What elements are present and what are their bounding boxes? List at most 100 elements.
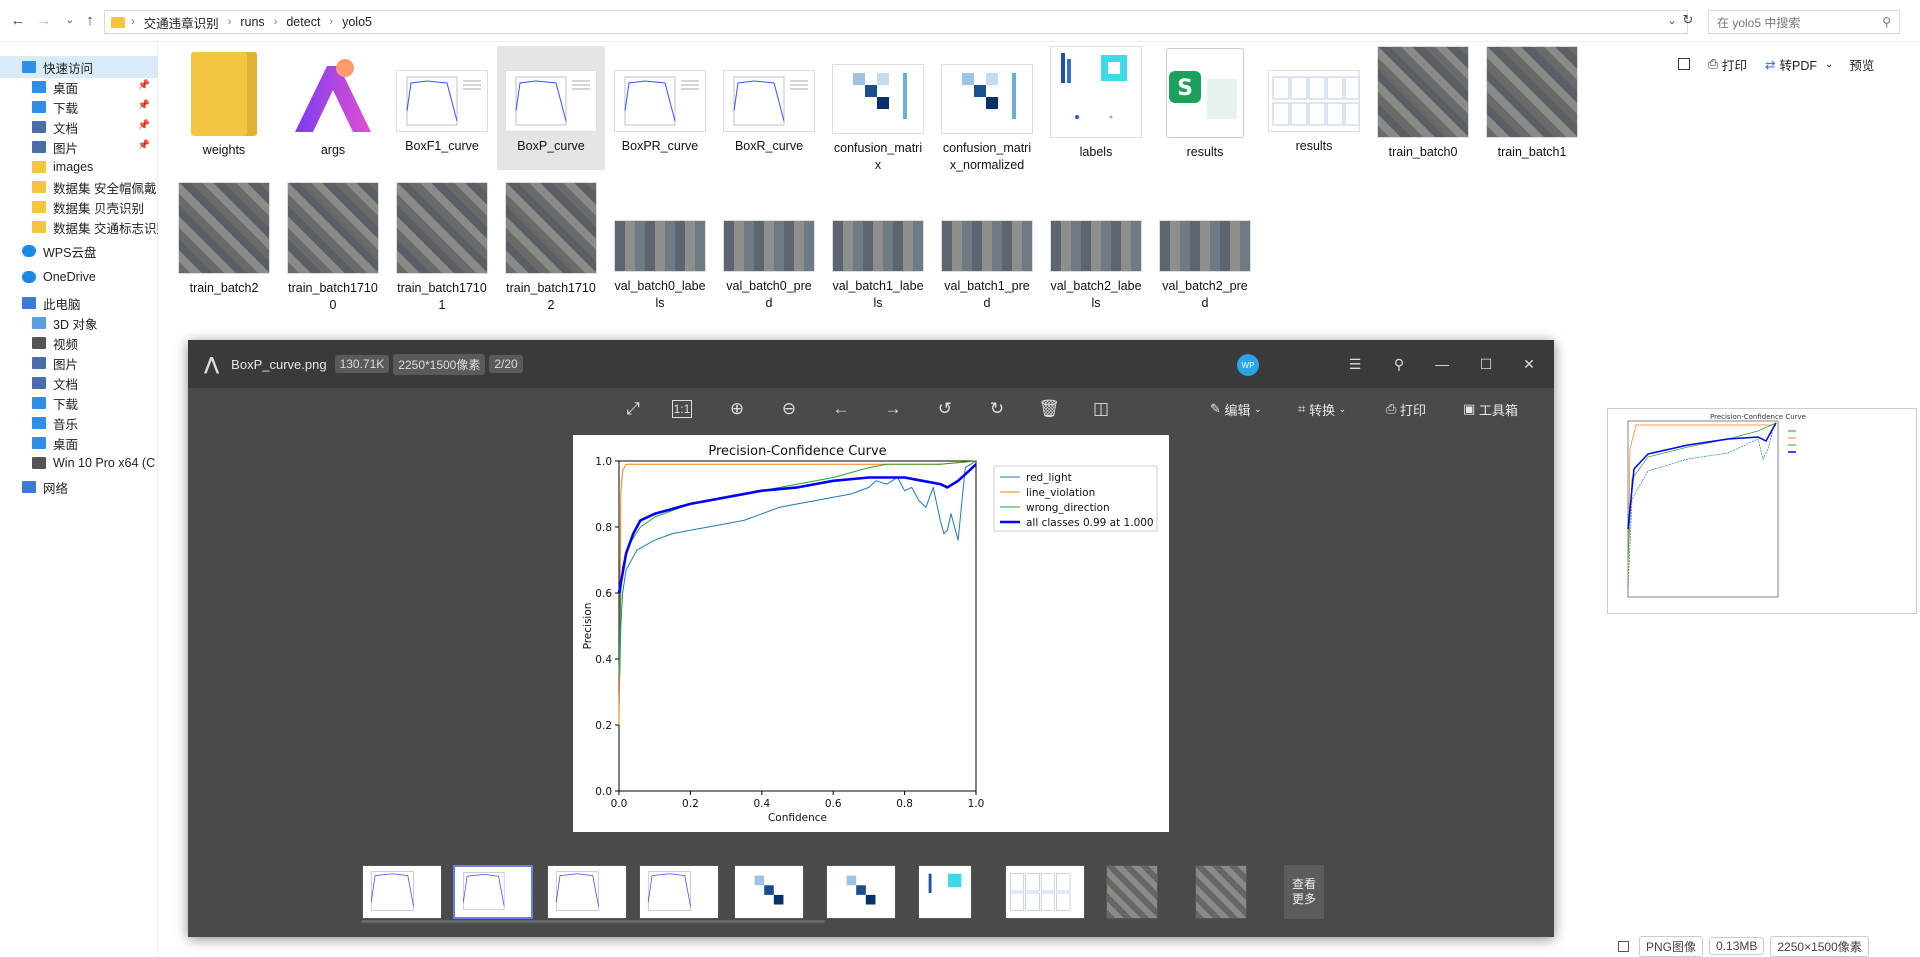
file-item[interactable]: val_batch2_labe ls — [1042, 182, 1150, 312]
actual-size-icon[interactable]: 1:1 — [672, 400, 692, 418]
file-item[interactable]: BoxP_curve — [497, 46, 605, 170]
toolbox-button[interactable]: ▣ 工具箱 — [1463, 398, 1518, 420]
sidebar-item[interactable]: 图片 📌 — [0, 136, 158, 158]
chevron-down-icon[interactable]: ⌄ — [1825, 59, 1833, 70]
print-button[interactable]: 打印 — [1722, 55, 1747, 74]
delete-icon[interactable]: 🗑 — [1036, 396, 1062, 422]
file-name: weights — [202, 143, 246, 157]
sidebar-item[interactable]: 文档 — [0, 372, 158, 394]
file-item[interactable]: BoxR_curve — [715, 46, 823, 170]
sidebar-item[interactable]: 快速访问 — [0, 56, 158, 78]
thumbnail-item[interactable] — [453, 865, 533, 919]
menu-icon[interactable]: ☰ — [1345, 354, 1365, 374]
file-item[interactable]: val_batch1_pre d — [933, 182, 1041, 312]
file-item[interactable]: BoxPR_curve — [606, 46, 714, 170]
sidebar-item[interactable]: 视频 — [0, 332, 158, 354]
file-item[interactable]: labels — [1042, 46, 1150, 170]
maximize-icon[interactable]: ☐ — [1476, 354, 1496, 374]
avatar[interactable]: WP — [1237, 354, 1259, 376]
rotate-left-icon[interactable]: ↺ — [932, 396, 958, 422]
breadcrumb-segment[interactable]: runs — [240, 15, 264, 29]
sidebar-item[interactable]: 桌面 — [0, 432, 158, 454]
pdf-icon[interactable]: ⇄ — [1765, 57, 1775, 72]
sidebar-item[interactable]: 下载 — [0, 392, 158, 414]
file-item[interactable]: train_batch2 — [170, 182, 278, 312]
file-item[interactable]: confusion_matri x — [824, 46, 932, 172]
image-canvas[interactable]: Precision-Confidence Curve 0.0 0.2 0.4 0.6 0.… — [573, 435, 1169, 832]
zoom-out-icon[interactable]: ⊖ — [776, 396, 802, 422]
details-icon[interactable] — [1618, 940, 1629, 952]
edit-button[interactable]: ✎ 编辑 ⌄ — [1210, 398, 1262, 420]
next-icon[interactable]: → — [880, 396, 906, 422]
file-item[interactable]: args — [279, 46, 387, 170]
minimize-icon[interactable]: — — [1432, 354, 1452, 374]
search-input[interactable]: 在 yolo5 中搜索 ⚲ — [1708, 10, 1900, 34]
sidebar-item[interactable]: WPS云盘 — [0, 240, 158, 262]
file-item[interactable]: BoxF1_curve — [388, 46, 496, 170]
sidebar-item[interactable]: 图片 — [0, 352, 158, 374]
address-bar[interactable]: › 交通违章识别 › runs › detect › yolo5 — [104, 10, 1688, 34]
sidebar-item[interactable]: 桌面 📌 — [0, 76, 158, 98]
file-item[interactable]: train_batch1710 1 — [388, 182, 496, 312]
image-viewer-window: ⋀ BoxP_curve.png 130.71K 2250*1500像素 2/2… — [188, 340, 1554, 937]
breadcrumb-segment[interactable]: detect — [286, 15, 320, 29]
fullscreen-icon[interactable]: ⤢ — [620, 396, 646, 422]
file-item[interactable]: val_batch2_pre d — [1151, 182, 1259, 312]
convert-button[interactable]: ⌗ 转换 ⌄ — [1298, 398, 1346, 420]
thumbnail-item[interactable] — [1005, 865, 1085, 919]
sidebar-item[interactable]: 数据集 交通标志识别 — [0, 216, 158, 238]
file-item[interactable]: train_batch1710 2 — [497, 182, 605, 312]
thumbnail-item[interactable] — [734, 865, 804, 919]
print-icon[interactable]: ⎙ — [1708, 57, 1718, 72]
refresh-icon[interactable]: ↻ — [1678, 10, 1698, 30]
print-button[interactable]: ⎙ 打印 — [1386, 398, 1426, 420]
to-pdf-button[interactable]: 转PDF — [1780, 55, 1818, 74]
up-icon[interactable]: ↑ — [80, 10, 100, 30]
file-item[interactable]: train_batch1710 0 — [279, 182, 387, 312]
breadcrumb-segment[interactable]: yolo5 — [342, 15, 372, 29]
sidebar-item[interactable]: 此电脑 — [0, 292, 158, 314]
file-item[interactable]: train_batch1 — [1478, 46, 1586, 170]
thumbnail-item[interactable] — [362, 865, 442, 919]
back-icon[interactable]: ← — [8, 10, 28, 30]
thumbnail-item[interactable] — [1106, 865, 1158, 919]
thumbnail-scrollbar[interactable] — [361, 920, 825, 923]
sidebar-item[interactable]: OneDrive — [0, 266, 158, 288]
forward-icon[interactable]: → — [34, 10, 54, 30]
file-item[interactable]: val_batch1_labe ls — [824, 182, 932, 312]
layout-icon[interactable] — [1678, 58, 1690, 70]
rotate-right-icon[interactable]: ↻ — [984, 396, 1010, 422]
sidebar-item[interactable]: 数据集 安全帽佩戴 — [0, 176, 158, 198]
mouse-icon[interactable]: ◫ — [1088, 396, 1114, 422]
file-item[interactable]: weights — [170, 46, 278, 170]
close-icon[interactable]: ✕ — [1519, 354, 1539, 374]
file-item[interactable]: train_batch0 — [1369, 46, 1477, 170]
file-item[interactable]: Sresults — [1151, 46, 1259, 170]
file-item[interactable]: val_batch0_labe ls — [606, 182, 714, 312]
download-icon — [32, 397, 46, 409]
file-item[interactable]: val_batch0_pre d — [715, 182, 823, 312]
previous-icon[interactable]: ← — [828, 396, 854, 422]
sidebar-item[interactable]: 下载 📌 — [0, 96, 158, 118]
preview-button[interactable]: 预览 — [1849, 55, 1874, 74]
thumbnail-item[interactable] — [826, 865, 896, 919]
sidebar-item[interactable]: 网络 — [0, 476, 158, 498]
file-item[interactable]: confusion_matri x_normalized — [933, 46, 1041, 172]
pin-icon[interactable]: ⚲ — [1389, 354, 1409, 374]
thumbnail-item[interactable] — [918, 865, 972, 919]
thumbnail-item[interactable] — [1195, 865, 1247, 919]
sidebar-item[interactable]: 文档 📌 — [0, 116, 158, 138]
sidebar-item[interactable]: images — [0, 156, 158, 178]
file-item[interactable]: results — [1260, 46, 1368, 170]
sidebar-item[interactable]: 音乐 — [0, 412, 158, 434]
see-more-button[interactable]: 查看 更多 — [1284, 865, 1324, 919]
thumbnail-item[interactable] — [639, 865, 719, 919]
sidebar-item[interactable]: 数据集 贝壳识别 — [0, 196, 158, 218]
zoom-in-icon[interactable]: ⊕ — [724, 396, 750, 422]
recent-dropdown-icon[interactable]: ⌄ — [60, 10, 80, 30]
thumbnail-item[interactable] — [547, 865, 627, 919]
pin-icon: 📌 — [137, 120, 150, 131]
breadcrumb-segment[interactable]: 交通违章识别 — [144, 13, 219, 32]
sidebar-item[interactable]: 3D 对象 — [0, 312, 158, 334]
sidebar-item[interactable]: Win 10 Pro x64 (C — [0, 452, 158, 474]
